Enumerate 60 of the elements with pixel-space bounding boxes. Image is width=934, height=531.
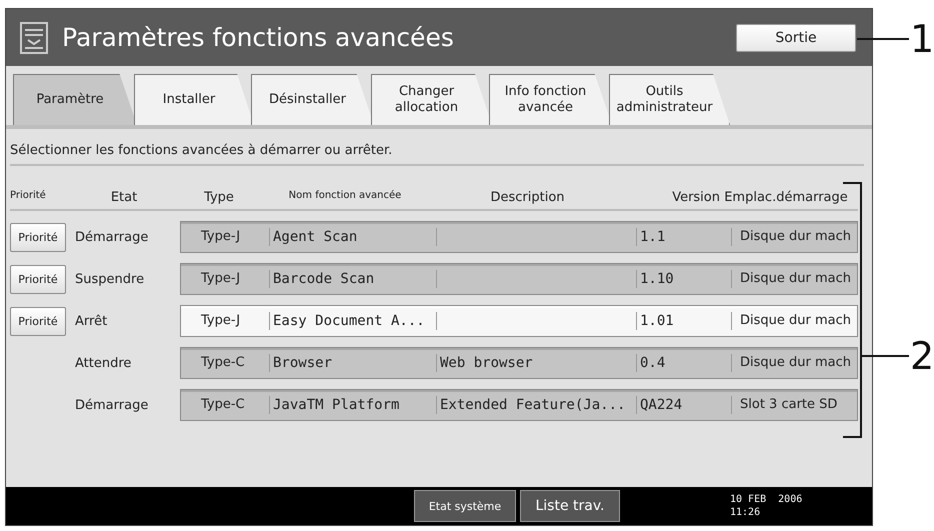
state-text: Démarrage [75,230,150,244]
state-text: Attendre [75,356,132,370]
tray-icon [20,22,48,54]
instruction-text: Sélectionner les fonctions avancées à démarrer ou arrêter. [9,142,394,158]
exit-button[interactable]: Sortie [736,24,856,52]
tab[interactable]: Désinstaller [251,74,374,125]
column-header: Description [489,190,566,205]
column-header: Emplac.démarrage [723,190,849,205]
status-bar-button[interactable]: Etat système [414,490,516,522]
tab[interactable]: Installer [134,74,254,125]
priority-button[interactable]: Priorité [10,306,66,336]
column-header: Nom fonction avancée [288,190,402,203]
time-text: 11:26 [730,506,762,519]
name-cell: Easy Document A... [269,312,436,330]
function-row[interactable]: Type-C JavaTM Platform Extended Feature(Ja... QA224 Slot 3 carte SD [180,389,858,421]
function-row[interactable]: Type-C Browser Web browser 0.4 Disque dur mach [180,347,858,379]
version-cell: 1.1 [636,228,731,246]
type-cell-text: Type-J [200,312,242,330]
leader-line [862,355,909,357]
window-title: Paramètres fonctions avancées [62,23,455,52]
column-header: Etat [110,190,138,205]
function-row[interactable]: Type-J Agent Scan 1.1 Disque dur mach [180,221,858,253]
tab[interactable]: Info fonction avancée [489,74,612,125]
column-header: Priorité [10,190,47,203]
state-text: Suspendre [75,272,146,286]
column-header: Type [203,190,235,205]
name-cell: Agent Scan [269,228,436,246]
version-cell: QA224 [636,396,731,414]
column-header: Version [671,190,720,205]
location-cell: Disque dur mach [731,228,857,246]
name-cell: JavaTM Platform [269,396,436,414]
tab[interactable]: Outils administrateur [609,74,730,125]
location-cell: Disque dur mach [731,270,857,288]
tab[interactable]: Paramètre [13,74,137,125]
function-row[interactable]: Type-J Easy Document A... 1.01 Disque dur mach [180,305,858,337]
name-cell: Browser [269,354,436,372]
version-cell: 1.10 [636,270,731,288]
location-cell: Disque dur mach [731,312,857,330]
function-row[interactable]: Type-J Barcode Scan 1.10 Disque dur mach [180,263,858,295]
type-cell-text: Type-C [200,354,246,372]
location-cell: Slot 3 carte SD [731,396,857,414]
callout-number: 2 [910,337,934,375]
priority-button[interactable]: Priorité [10,264,66,294]
name-cell: Barcode Scan [269,270,436,288]
description-cell: Extended Feature(Ja... [436,396,636,414]
callout-number: 1 [910,20,934,58]
location-cell: Disque dur mach [731,354,857,372]
status-bar-button[interactable]: Liste trav. [520,490,620,522]
version-cell: 0.4 [636,354,731,372]
state-text: Démarrage [75,398,150,412]
description-cell: Web browser [436,354,636,372]
leader-line [857,38,909,40]
tab[interactable]: Changer allocation [371,74,492,125]
state-text: Arrêt [75,314,108,328]
type-cell-text: Type-C [200,396,246,414]
version-cell: 1.01 [636,312,731,330]
type-cell-text: Type-J [200,228,242,246]
date-text: 10 FEB 2006 [730,493,802,506]
priority-button[interactable]: Priorité [10,222,66,252]
type-cell-text: Type-J [200,270,242,288]
